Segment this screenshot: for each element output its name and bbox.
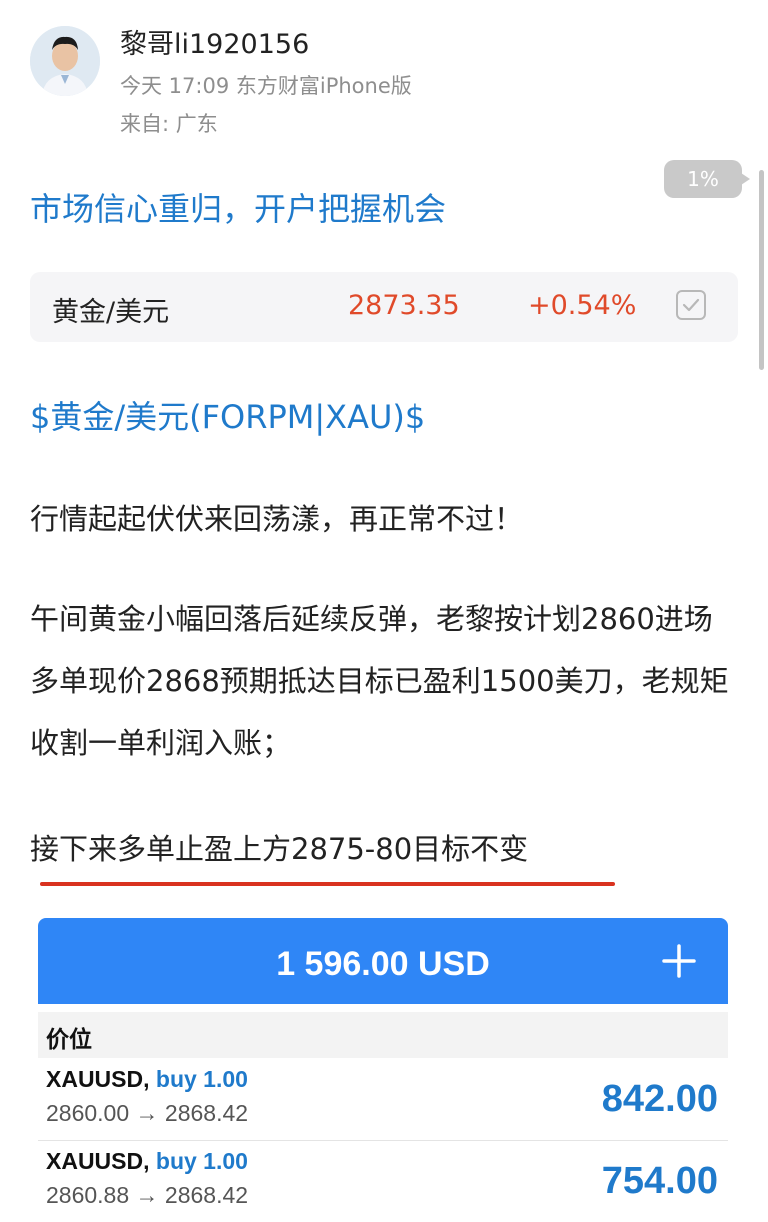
- position-profit: 754.00: [601, 1160, 718, 1202]
- position-symbol: XAUUSD,: [46, 1066, 150, 1092]
- quote-name: 黄金/美元: [52, 297, 170, 328]
- position-symbol-line: XAUUSD, buy 1.00: [46, 1148, 248, 1175]
- avatar[interactable]: [30, 26, 100, 96]
- account-balance-bar: 1 596.00 USD: [38, 918, 728, 1004]
- read-progress-indicator: 1%: [664, 160, 750, 198]
- add-watchlist-check-icon[interactable]: [676, 290, 706, 320]
- position-row: XAUUSD, buy 1.00 2860.88 → 2868.42 754.0…: [38, 1142, 728, 1222]
- column-header-price: 价位: [46, 1027, 92, 1053]
- scrollbar-thumb[interactable]: [759, 170, 764, 370]
- quote-price: 2873.35: [348, 290, 460, 321]
- stock-tag-link[interactable]: $黄金/美元(FORPM|XAU)$: [30, 392, 425, 438]
- position-side: buy 1.00: [155, 1148, 248, 1174]
- position-symbol: XAUUSD,: [46, 1148, 150, 1174]
- post-paragraph: 午间黄金小幅回落后延续反弹，老黎按计划2860进场多单现价2868预期抵达目标已…: [30, 602, 729, 760]
- position-row: XAUUSD, buy 1.00 2860.00 → 2868.42 842.0…: [38, 1060, 728, 1141]
- quote-card[interactable]: 黄金/美元 2873.35 +0.54%: [30, 272, 738, 342]
- position-price-path: 2860.00 → 2868.42: [46, 1100, 249, 1126]
- quote-change: +0.54%: [528, 290, 637, 321]
- account-balance: 1 596.00 USD: [276, 945, 490, 983]
- post-paragraph: 接下来多单止盈上方2875-80目标不变: [30, 832, 529, 866]
- position-profit: 842.00: [601, 1078, 718, 1120]
- red-underline-annotation: [40, 882, 615, 886]
- post-location: 来自: 广东: [120, 112, 218, 136]
- plus-icon: [662, 944, 696, 978]
- position-side: buy 1.00: [155, 1066, 248, 1092]
- positions-header: 价位: [38, 1012, 728, 1058]
- post-title[interactable]: 市场信心重归，开户把握机会: [30, 184, 446, 230]
- author-name[interactable]: 黎哥li1920156: [120, 22, 309, 61]
- position-price-path: 2860.88 → 2868.42: [46, 1182, 249, 1208]
- post-paragraph: 行情起起伏伏来回荡漾，再正常不过！: [30, 502, 524, 536]
- position-symbol-line: XAUUSD, buy 1.00: [46, 1066, 248, 1093]
- post-time-source: 今天 17:09 东方财富iPhone版: [120, 74, 412, 98]
